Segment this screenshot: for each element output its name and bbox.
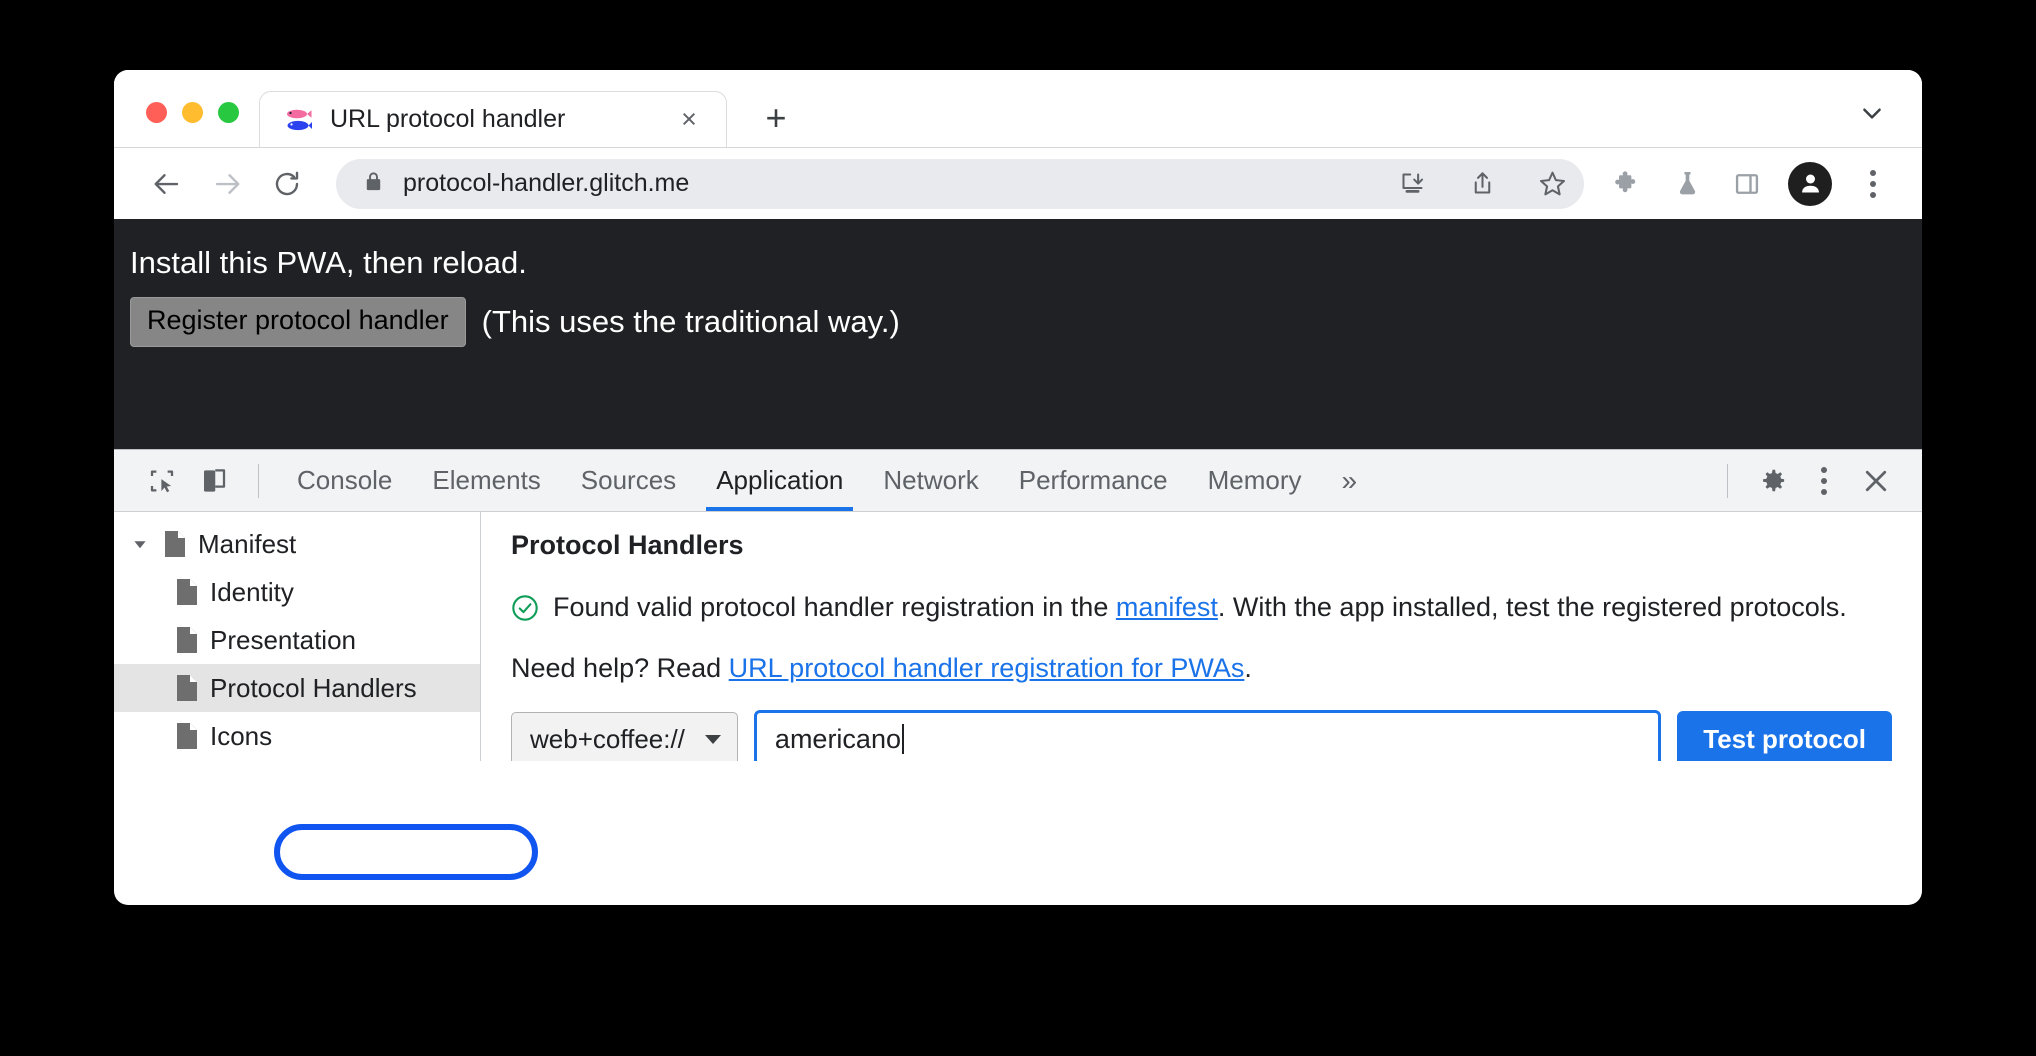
protocol-input-value: americano [774,723,901,754]
page-viewport: Install this PWA, then reload. Register … [114,219,1922,449]
status-text-after: . With the app installed, test the regis… [1217,592,1847,622]
browser-window: URL protocol handler × + protocol-handle… [114,70,1922,905]
check-circle-icon [511,594,539,631]
sidebar-item-label: Icons [210,720,273,751]
help-message: Need help? Read URL protocol handler reg… [511,653,1892,684]
avatar[interactable] [1788,161,1832,206]
sidebar-item-icons[interactable]: Icons [114,712,480,760]
flask-icon[interactable] [1660,157,1714,211]
back-arrow-icon[interactable] [140,157,194,211]
scheme-select[interactable]: web+coffee:// [511,712,738,761]
manifest-link[interactable]: manifest [1116,592,1218,622]
sidebar-item-identity[interactable]: Identity [114,568,480,616]
more-tabs-icon[interactable]: » [1322,450,1378,511]
status-text-before: Found valid protocol handler registratio… [553,592,1116,622]
tab-application[interactable]: Application [696,450,863,511]
status-text: Found valid protocol handler registratio… [553,589,1847,625]
share-icon[interactable] [1456,162,1508,206]
star-icon[interactable] [1526,162,1578,206]
device-toolbar-icon[interactable] [188,455,240,507]
sidebar-item-protocol-handlers[interactable]: Protocol Handlers [114,664,480,712]
sidebar-item-service-workers[interactable]: Service Workers [114,760,480,761]
expand-triangle-icon[interactable] [128,537,152,551]
three-dot-menu-icon[interactable] [1798,455,1850,507]
two-fish-icon [284,107,312,133]
sidebar-item-manifest[interactable]: Manifest [114,520,480,568]
three-dot-menu-icon[interactable] [1846,157,1900,211]
toolbar-divider-right [1727,463,1728,498]
register-protocol-handler-button[interactable]: Register protocol handler [130,297,466,347]
pwa-docs-link[interactable]: URL protocol handler registration for PW… [729,653,1245,683]
text-cursor [901,724,904,755]
tab-elements[interactable]: Elements [412,450,560,511]
document-icon [176,674,198,702]
document-icon [164,530,186,558]
devtools-toolbar-right [1709,455,1902,507]
close-icon[interactable] [1850,455,1902,507]
devtools-body: Manifest Identity Presentation Protocol … [114,512,1922,761]
tab-network[interactable]: Network [863,450,998,511]
sidebar-item-label: Protocol Handlers [210,672,417,703]
sidebar-item-label: Manifest [198,528,297,559]
install-app-icon[interactable] [1386,162,1438,206]
window-traffic-lights [114,102,259,147]
protocol-input[interactable]: americano [753,710,1662,761]
inspect-element-icon[interactable] [136,455,188,507]
traditional-way-note: (This uses the traditional way.) [481,303,900,339]
lock-icon [362,170,385,198]
test-protocol-button[interactable]: Test protocol [1677,711,1892,761]
browser-toolbar: protocol-handler.glitch.me [114,147,1922,219]
document-icon [176,626,198,654]
gear-icon[interactable] [1746,455,1798,507]
annotation-highlight-ring [274,824,538,880]
maximize-window-button[interactable] [218,102,239,123]
devtools-toolbar: Console Elements Sources Application Net… [114,450,1922,512]
page-action-row: Register protocol handler (This uses the… [128,297,1922,347]
scheme-select-value: web+coffee:// [530,723,685,754]
tab-strip: URL protocol handler × + [114,70,1922,147]
tab-title: URL protocol handler [330,105,566,133]
status-message: Found valid protocol handler registratio… [511,589,1892,631]
application-sidebar: Manifest Identity Presentation Protocol … [114,512,481,761]
new-tab-button[interactable]: + [749,91,803,145]
help-text-after: . [1244,653,1252,684]
reload-icon[interactable] [260,157,314,211]
side-panel-icon[interactable] [1720,157,1774,211]
page-heading: Install this PWA, then reload. [130,245,527,280]
protocol-handlers-panel: Protocol Handlers Found valid protocol h… [481,512,1922,761]
page-title: Protocol Handlers [511,530,744,560]
toolbar-divider [258,463,259,498]
address-bar-url: protocol-handler.glitch.me [403,169,690,197]
tab-sources[interactable]: Sources [561,450,696,511]
devtools-panel: Console Elements Sources Application Net… [114,449,1922,761]
minimize-window-button[interactable] [182,102,203,123]
close-window-button[interactable] [146,102,167,123]
sidebar-item-label: Identity [210,576,294,607]
document-icon [176,578,198,606]
help-text-before: Need help? Read [511,653,729,684]
tab-performance[interactable]: Performance [999,450,1188,511]
tab-memory[interactable]: Memory [1188,450,1322,511]
tab-console[interactable]: Console [277,450,412,511]
puzzle-icon[interactable] [1600,157,1654,211]
protocol-test-form: web+coffee:// americano Test protocol [511,710,1892,761]
browser-tab[interactable]: URL protocol handler × [259,91,727,147]
chevron-down-icon[interactable] [1850,93,1894,133]
forward-arrow-icon[interactable] [200,157,254,211]
close-tab-button[interactable]: × [674,105,704,135]
sidebar-item-label: Presentation [210,624,356,655]
sidebar-item-presentation[interactable]: Presentation [114,616,480,664]
chevron-down-icon [704,734,721,744]
document-icon [176,722,198,750]
address-bar[interactable]: protocol-handler.glitch.me [336,158,1584,209]
